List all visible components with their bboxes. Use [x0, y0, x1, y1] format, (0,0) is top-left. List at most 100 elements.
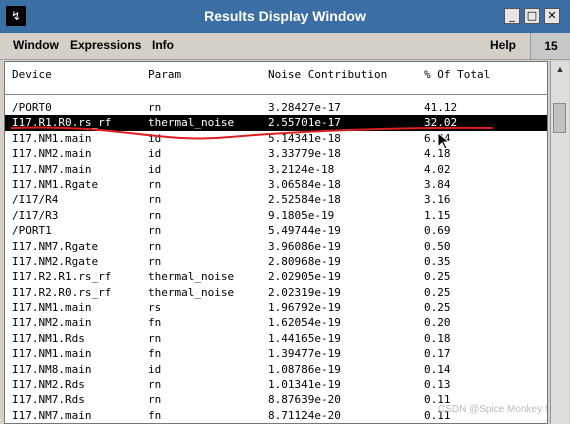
menu-help[interactable]: Help: [490, 38, 516, 52]
table-row[interactable]: I17.NM1.main fn 1.39477e-19 0.17: [5, 346, 547, 361]
table-row[interactable]: I17.NM1.Rds rn 1.44165e-19 0.18: [5, 331, 547, 346]
cell-noise: 5.49744e-19: [268, 224, 341, 238]
cell-device: I17.NM2.Rgate: [12, 254, 99, 268]
close-button[interactable]: ✕: [544, 8, 560, 24]
cell-noise: 3.2124e-18: [268, 162, 335, 176]
cell-noise: 1.62054e-19: [268, 316, 341, 330]
cell-noise: 2.55701e-17: [268, 116, 341, 130]
table-row-selected[interactable]: I17.R1.R0.rs_rf thermal_noise 2.55701e-17 3…: [5, 115, 547, 131]
table-row[interactable]: I17.NM7.main id 3.2124e-18 4.02: [5, 162, 547, 177]
table-row[interactable]: I17.NM2.main id 3.33779e-18 4.18: [5, 146, 547, 161]
vertical-scrollbar[interactable]: ▲: [550, 61, 569, 424]
cell-percent: 0.14: [424, 362, 451, 376]
cell-device: I17.NM1.main: [12, 301, 92, 315]
cell-noise: 1.44165e-19: [268, 331, 341, 345]
cell-param: thermal_noise: [148, 285, 235, 299]
menu-info[interactable]: Info: [152, 38, 174, 52]
cell-percent: 0.50: [424, 239, 451, 253]
cell-param: rn: [148, 224, 162, 238]
header-device: Device: [12, 68, 52, 81]
cell-noise: 1.39477e-19: [268, 347, 341, 361]
results-table[interactable]: Device Param Noise Contribution % Of Tot…: [4, 61, 548, 424]
cell-noise: 3.33779e-18: [268, 147, 341, 161]
cell-percent: 0.35: [424, 254, 451, 268]
table-row[interactable]: I17.R2.R0.rs_rf thermal_noise 2.02319e-19 0…: [5, 285, 547, 300]
cell-noise: 9.1805e-19: [268, 208, 335, 222]
cell-percent: 0.25: [424, 270, 451, 284]
cell-percent: 1.15: [424, 208, 451, 222]
menu-window[interactable]: Window: [13, 38, 59, 52]
cell-noise: 1.01341e-19: [268, 378, 341, 392]
cell-device: I17.NM2.main: [12, 147, 92, 161]
table-row[interactable]: I17.NM2.main fn 1.62054e-19 0.20: [5, 315, 547, 330]
table-row[interactable]: I17.NM1.Rgate rn 3.06584e-18 3.84: [5, 177, 547, 192]
title-bar[interactable]: ↯ Results Display Window _ □ ✕: [0, 0, 570, 34]
cell-param: thermal_noise: [148, 270, 235, 284]
table-header: Device Param Noise Contribution % Of Tot…: [5, 62, 547, 95]
table-row[interactable]: I17.NM8.main id 1.08786e-19 0.14: [5, 362, 547, 377]
cell-noise: 5.14341e-18: [268, 131, 341, 145]
cell-percent: 6.44: [424, 131, 451, 145]
table-row[interactable]: /I17/R4 rn 2.52584e-18 3.16: [5, 192, 547, 207]
cell-noise: 1.08786e-19: [268, 362, 341, 376]
cell-device: /PORT0: [12, 101, 52, 114]
cell-param: rn: [148, 393, 162, 407]
menu-bar: Window Expressions Info Help: [0, 33, 570, 60]
table-body: /PORT0 rn 3.28427e-17 41.12 I17.R1.R0.rs_rf t…: [5, 100, 547, 423]
cell-param: rn: [148, 254, 162, 268]
cell-percent: 3.16: [424, 193, 451, 207]
table-row[interactable]: I17.NM2.Rds rn 1.01341e-19 0.13: [5, 377, 547, 392]
table-row[interactable]: I17.NM2.Rgate rn 2.80968e-19 0.35: [5, 254, 547, 269]
table-row[interactable]: /I17/R3 rn 9.1805e-19 1.15: [5, 208, 547, 223]
cell-noise: 3.06584e-18: [268, 177, 341, 191]
table-row[interactable]: /PORT1 rn 5.49744e-19 0.69: [5, 223, 547, 238]
cell-device: I17.NM7.Rds: [12, 393, 85, 407]
cell-device: I17.NM1.main: [12, 347, 92, 361]
table-row[interactable]: I17.NM1.main id 5.14341e-18 6.44: [5, 131, 547, 146]
scroll-thumb[interactable]: [553, 103, 566, 133]
cell-param: rn: [148, 101, 162, 114]
cell-noise: 8.71124e-20: [268, 408, 341, 422]
cell-device: I17.NM7.main: [12, 162, 92, 176]
cell-device: I17.R2.R0.rs_rf: [12, 285, 112, 299]
cell-device: I17.NM2.main: [12, 316, 92, 330]
cell-param: rn: [148, 208, 162, 222]
window-title: Results Display Window: [204, 8, 366, 24]
menu-expressions[interactable]: Expressions: [70, 38, 141, 52]
header-noise-contribution: Noise Contribution: [268, 68, 388, 81]
cell-device: I17.NM7.main: [12, 408, 92, 422]
table-row[interactable]: /PORT0 rn 3.28427e-17 41.12: [5, 100, 547, 115]
cell-device: I17.NM1.Rds: [12, 331, 85, 345]
cell-param: rn: [148, 177, 162, 191]
cell-device: I17.NM2.Rds: [12, 378, 85, 392]
cell-device: I17.R1.R0.rs_rf: [12, 116, 112, 130]
scroll-up-icon[interactable]: ▲: [553, 62, 567, 76]
cell-percent: 0.13: [424, 378, 451, 392]
cell-percent: 0.69: [424, 224, 451, 238]
table-row[interactable]: I17.NM1.main rs 1.96792e-19 0.25: [5, 300, 547, 315]
maximize-button[interactable]: □: [524, 8, 540, 24]
cell-param: rn: [148, 193, 162, 207]
cell-device: I17.NM1.Rgate: [12, 177, 99, 191]
minimize-button[interactable]: _: [504, 8, 520, 24]
cell-percent: 0.25: [424, 285, 451, 299]
cell-noise: 2.80968e-19: [268, 254, 341, 268]
table-row[interactable]: I17.R2.R1.rs_rf thermal_noise 2.02905e-19 0…: [5, 269, 547, 284]
cell-noise: 3.96086e-19: [268, 239, 341, 253]
cell-percent: 3.84: [424, 177, 451, 191]
cell-param: id: [148, 131, 162, 145]
cell-percent: 0.20: [424, 316, 451, 330]
watermark: CSDN @Spice Monkey !: [438, 404, 548, 415]
cell-param: rn: [148, 331, 162, 345]
cell-noise: 1.96792e-19: [268, 301, 341, 315]
cell-device: I17.NM1.main: [12, 131, 92, 145]
cell-param: fn: [148, 408, 162, 422]
cell-percent: 0.17: [424, 347, 451, 361]
table-row[interactable]: I17.NM7.Rgate rn 3.96086e-19 0.50: [5, 239, 547, 254]
cell-param: fn: [148, 316, 162, 330]
cell-param: fn: [148, 347, 162, 361]
cell-percent: 41.12: [424, 101, 458, 114]
cell-device: /I17/R4: [12, 193, 59, 207]
cell-percent: 32.02: [424, 116, 458, 130]
cell-percent: 4.18: [424, 147, 451, 161]
